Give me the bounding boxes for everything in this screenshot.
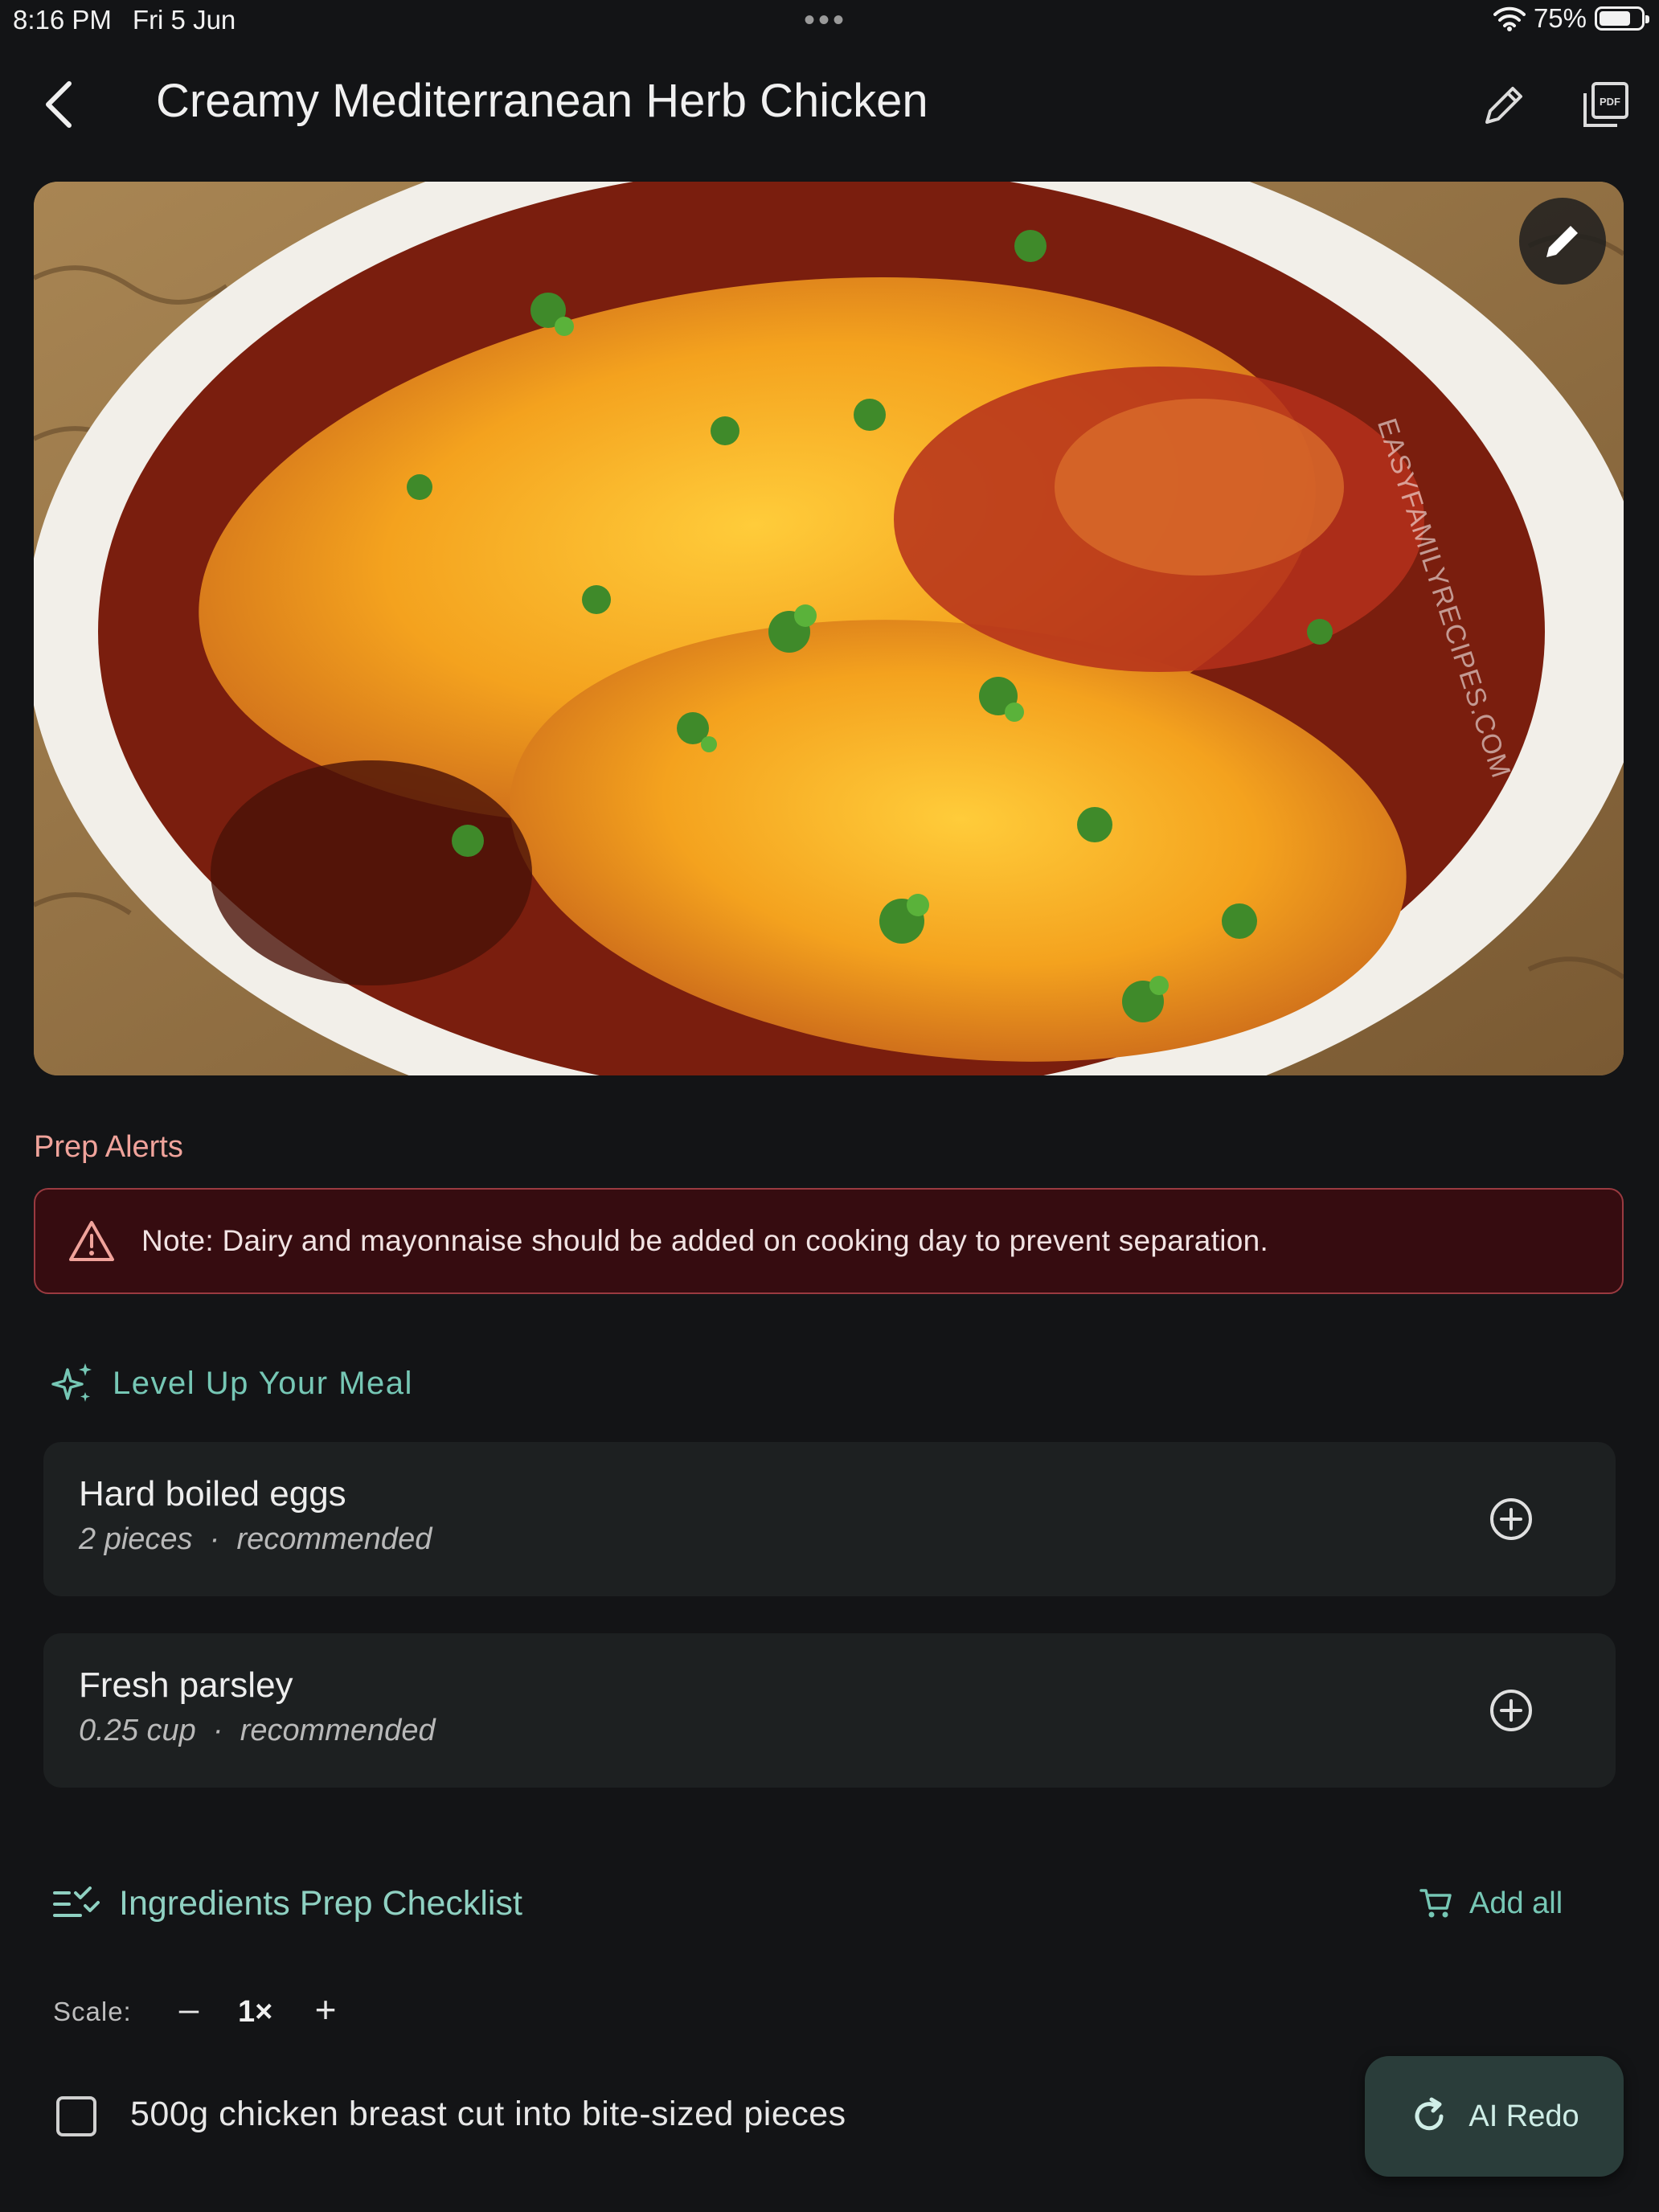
status-date: Fri 5 Jun [132,5,236,35]
battery-percent: 75% [1533,3,1587,33]
suggestion-detail: 2 pieces · recommended [79,1522,432,1556]
sparkle-icon [51,1363,92,1402]
checklist-heading: Ingredients Prep Checklist [53,1884,522,1923]
status-bar-right: 75% [1493,3,1649,34]
export-pdf-button[interactable]: PDF [1577,77,1633,133]
level-up-label: Level Up Your Meal [113,1365,413,1401]
back-arrow-icon [46,81,72,128]
level-up-heading: Level Up Your Meal [51,1362,413,1405]
recipe-photo: EASYFAMILYRECIPES.COM [34,182,1624,1075]
suggestion-amount: 2 pieces [79,1522,193,1556]
ingredient-checkbox[interactable] [56,2096,96,2136]
wifi-icon [1493,6,1526,31]
svg-text:PDF: PDF [1600,96,1620,108]
add-circle-icon[interactable] [1485,1493,1537,1545]
scale-decrease-button[interactable]: – [169,1985,209,2034]
suggestion-tag: recommended [236,1522,432,1556]
pencil-icon [1485,87,1522,124]
scale-value: 1× [238,1995,273,2029]
ai-redo-button[interactable]: AI Redo [1365,2056,1624,2177]
suggestion-card[interactable]: Fresh parsley 0.25 cup · recommended [43,1633,1616,1788]
status-bar-left: 8:16 PM Fri 5 Jun [13,5,256,35]
suggestion-amount: 0.25 cup [79,1714,196,1747]
checklist-label: Ingredients Prep Checklist [119,1884,522,1923]
suggestion-tag: recommended [240,1714,436,1747]
add-circle-icon[interactable] [1485,1685,1537,1736]
pdf-icon: PDF [1583,82,1628,127]
warning-triangle-icon [69,1221,114,1261]
scale-increase-button[interactable]: + [305,1985,346,2034]
refresh-icon [1415,2097,1444,2131]
pencil-icon [1546,226,1578,257]
prep-alert-text: Note: Dairy and mayonnaise should be add… [141,1224,1269,1257]
add-all-label: Add all [1469,1886,1563,1920]
add-all-button[interactable]: Add all [1418,1886,1563,1921]
edit-recipe-button[interactable] [1476,77,1532,133]
edit-photo-button[interactable] [1519,198,1606,285]
suggestion-name: Fresh parsley [79,1665,293,1705]
checklist-icon [53,1886,100,1917]
scale-label: Scale: [53,1997,132,2026]
recipe-photo-illustration [34,182,1624,1075]
suggestion-card[interactable]: Hard boiled eggs 2 pieces · recommended [43,1442,1616,1596]
back-button[interactable] [35,72,87,137]
cart-icon [1419,1889,1452,1918]
suggestion-name: Hard boiled eggs [79,1474,346,1514]
page-title: Creamy Mediterranean Herb Chicken [156,75,928,127]
suggestion-detail: 0.25 cup · recommended [79,1714,436,1747]
ai-redo-label: AI Redo [1469,2099,1579,2133]
prep-alerts-heading: Prep Alerts [34,1130,183,1164]
status-time: 8:16 PM [13,5,112,35]
prep-alert-note: Note: Dairy and mayonnaise should be add… [34,1188,1624,1294]
battery-icon [1595,6,1649,31]
ingredient-text: 500g chicken breast cut into bite-sized … [130,2095,846,2133]
multitasking-dots[interactable]: ••• [804,4,847,36]
